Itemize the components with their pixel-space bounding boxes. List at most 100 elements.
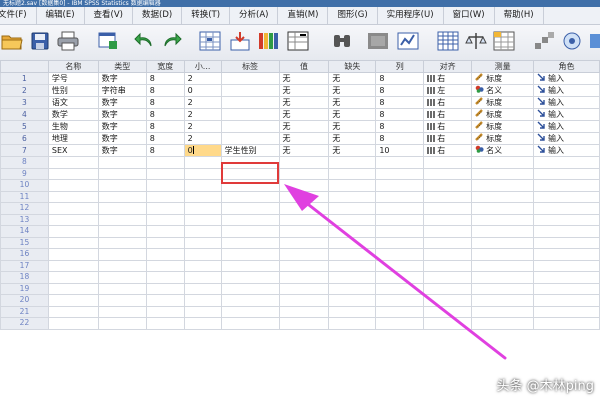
cell-label[interactable] — [220, 167, 280, 180]
cell-measure[interactable] — [471, 202, 535, 215]
cell-name[interactable]: 生物 — [47, 120, 99, 133]
cell-align[interactable] — [423, 305, 473, 318]
cell-missing[interactable] — [328, 282, 377, 295]
cell-measure[interactable] — [471, 156, 535, 169]
table-row[interactable]: 2 性别 字符串 8 0 无 无 8 左 名义 输入 — [0, 84, 600, 97]
cell-align[interactable]: 右 — [423, 120, 473, 133]
cell-decimals[interactable] — [183, 179, 222, 192]
cell-name[interactable] — [47, 294, 99, 307]
cell-values[interactable] — [278, 156, 330, 169]
cell-columns[interactable] — [375, 225, 425, 238]
cell-measure[interactable] — [471, 294, 535, 307]
table-row[interactable]: 21 — [0, 305, 600, 318]
cell-width[interactable] — [145, 190, 185, 203]
menu-help[interactable]: 帮助(H) — [495, 7, 544, 24]
cell-width[interactable] — [145, 213, 185, 226]
cell-values[interactable] — [278, 259, 330, 272]
cell-measure[interactable]: 标度 — [471, 120, 535, 133]
cell-values[interactable] — [278, 202, 330, 215]
cell-label[interactable] — [220, 294, 280, 307]
cell-decimals[interactable] — [183, 248, 222, 261]
run-descriptives-icon[interactable] — [286, 29, 310, 53]
cell-measure[interactable] — [471, 305, 535, 318]
row-number[interactable]: 13 — [0, 213, 49, 226]
menu-graphs[interactable]: 图形(G) — [328, 7, 378, 24]
cell-width[interactable]: 8 — [145, 84, 185, 97]
cell-measure[interactable]: 名义 — [471, 144, 535, 157]
cell-values[interactable] — [278, 190, 330, 203]
cell-width[interactable] — [145, 202, 185, 215]
cell-type[interactable] — [97, 259, 147, 272]
cell-width[interactable] — [145, 167, 185, 180]
cell-width[interactable]: 8 — [145, 72, 185, 85]
cell-align[interactable] — [423, 190, 473, 203]
cell-columns[interactable] — [375, 271, 425, 284]
cell-missing[interactable] — [328, 179, 377, 192]
cell-role[interactable]: 输入 — [533, 84, 600, 97]
table-row[interactable]: 9 — [0, 167, 600, 180]
row-number[interactable]: 14 — [0, 225, 49, 238]
cell-role[interactable]: 输入 — [533, 96, 600, 109]
cell-name[interactable]: 地理 — [47, 132, 99, 145]
cell-columns[interactable] — [375, 179, 425, 192]
weight-cases-icon[interactable] — [464, 29, 488, 53]
cell-type[interactable] — [97, 179, 147, 192]
cell-width[interactable] — [145, 282, 185, 295]
cell-type[interactable] — [97, 248, 147, 261]
row-number[interactable]: 16 — [0, 248, 49, 261]
cell-type[interactable] — [97, 213, 147, 226]
cell-role[interactable] — [533, 248, 600, 261]
corner-cell[interactable] — [0, 60, 49, 73]
cell-align[interactable] — [423, 294, 473, 307]
goto-case-icon[interactable] — [198, 29, 222, 53]
cell-columns[interactable] — [375, 282, 425, 295]
cell-values[interactable] — [278, 282, 330, 295]
use-sets-icon[interactable] — [560, 29, 584, 53]
table-row[interactable]: 16 — [0, 248, 600, 261]
cell-missing[interactable]: 无 — [328, 132, 377, 145]
cell-width[interactable]: 8 — [145, 132, 185, 145]
cell-label[interactable] — [220, 248, 280, 261]
cell-decimals[interactable]: 2 — [183, 72, 222, 85]
cell-type[interactable] — [97, 271, 147, 284]
cell-columns[interactable]: 8 — [375, 108, 425, 121]
cell-decimals[interactable]: 2 — [183, 96, 222, 109]
table-row[interactable]: 15 — [0, 236, 600, 249]
cell-name[interactable]: 学号 — [47, 72, 99, 85]
cell-name[interactable] — [47, 225, 99, 238]
cell-role[interactable]: 输入 — [533, 72, 600, 85]
show-all-variables-icon[interactable] — [584, 29, 600, 53]
cell-missing[interactable]: 无 — [328, 144, 377, 157]
cell-role[interactable] — [533, 305, 600, 318]
cell-decimals[interactable]: 2 — [183, 120, 222, 133]
row-number[interactable]: 21 — [0, 305, 49, 318]
column-header-missing[interactable]: 缺失 — [328, 60, 377, 73]
table-row[interactable]: 8 — [0, 156, 600, 169]
cell-name[interactable] — [47, 202, 99, 215]
cell-role[interactable] — [533, 236, 600, 249]
cell-label[interactable] — [220, 108, 280, 121]
cell-width[interactable] — [145, 156, 185, 169]
cell-values[interactable] — [278, 213, 330, 226]
table-row[interactable]: 18 — [0, 271, 600, 284]
menu-edit[interactable]: 编辑(E) — [37, 7, 85, 24]
variables-icon[interactable] — [256, 29, 280, 53]
cell-role[interactable] — [533, 317, 600, 330]
cell-values[interactable]: 无 — [278, 96, 330, 109]
cell-values[interactable]: 无 — [278, 120, 330, 133]
cell-measure[interactable] — [471, 317, 535, 330]
cell-type[interactable] — [97, 236, 147, 249]
cell-columns[interactable] — [375, 248, 425, 261]
cell-missing[interactable] — [328, 305, 377, 318]
cell-type[interactable] — [97, 225, 147, 238]
cell-decimals[interactable] — [183, 167, 222, 180]
cell-role[interactable] — [533, 156, 600, 169]
cell-measure[interactable]: 标度 — [471, 132, 535, 145]
menu-utilities[interactable]: 实用程序(U) — [378, 7, 444, 24]
row-number[interactable]: 4 — [0, 108, 49, 121]
cell-role[interactable]: 输入 — [533, 120, 600, 133]
cell-decimals[interactable] — [183, 305, 222, 318]
select-cases-icon[interactable] — [492, 29, 516, 53]
cell-label[interactable] — [220, 236, 280, 249]
cell-decimals[interactable]: 2 — [183, 108, 222, 121]
